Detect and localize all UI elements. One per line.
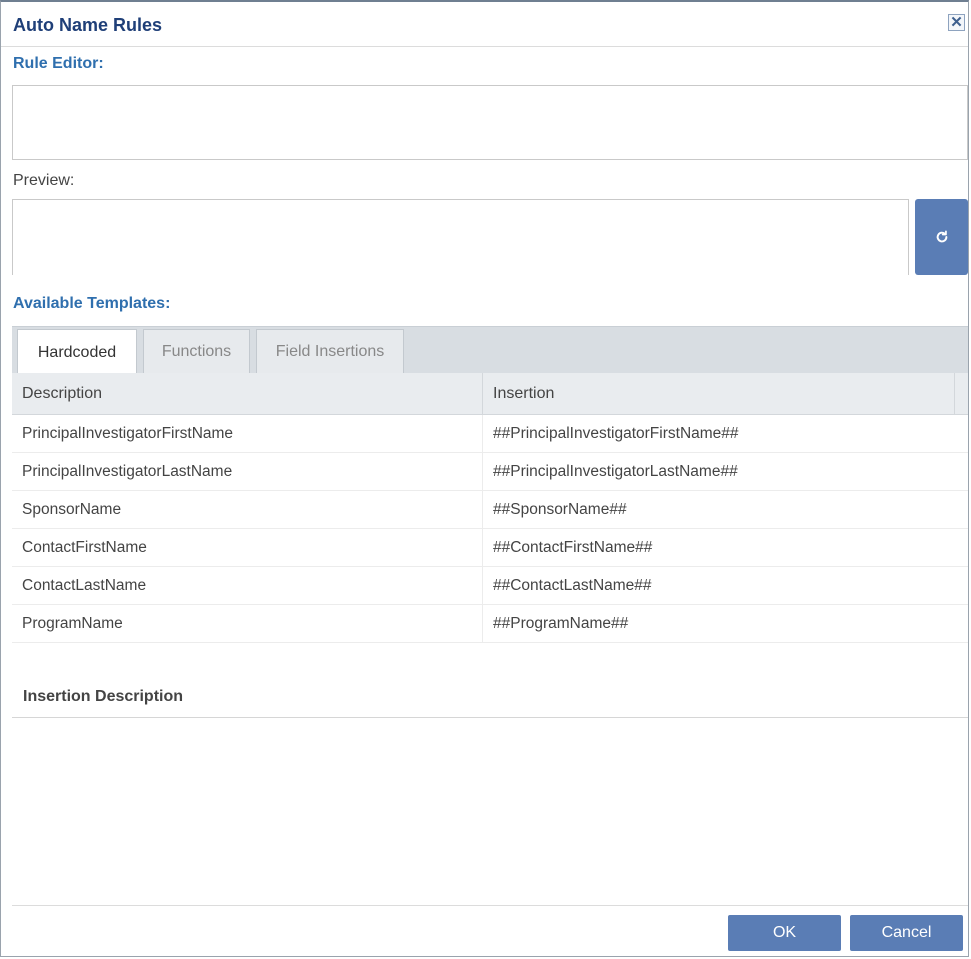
row-description: SponsorName xyxy=(12,491,483,528)
row-description: PrincipalInvestigatorFirstName xyxy=(12,415,483,452)
cancel-button[interactable]: Cancel xyxy=(850,915,963,951)
close-icon: ✕ xyxy=(950,14,963,31)
row-description: ContactLastName xyxy=(12,567,483,604)
refresh-preview-button[interactable] xyxy=(915,199,968,275)
row-description: ProgramName xyxy=(12,605,483,642)
table-row[interactable]: PrincipalInvestigatorLastName ##Principa… xyxy=(12,453,968,491)
table-row[interactable]: SponsorName ##SponsorName## xyxy=(12,491,968,529)
close-button[interactable]: ✕ xyxy=(948,14,965,31)
row-insertion: ##SponsorName## xyxy=(493,501,627,518)
templates-tabbar: Hardcoded Functions Field Insertions xyxy=(12,326,968,375)
dialog-title: Auto Name Rules xyxy=(13,15,163,35)
auto-name-rules-dialog: Auto Name Rules ✕ Rule Editor: Preview: … xyxy=(0,0,969,957)
ok-button[interactable]: OK xyxy=(728,915,841,951)
row-insertion: ##PrincipalInvestigatorLastName## xyxy=(493,463,738,480)
table-row[interactable]: PrincipalInvestigatorFirstName ##Princip… xyxy=(12,415,968,453)
available-templates-label: Available Templates: xyxy=(13,295,171,312)
dialog-titlebar: Auto Name Rules ✕ xyxy=(1,2,968,47)
table-row[interactable]: ContactFirstName ##ContactFirstName## xyxy=(12,529,968,567)
preview-label: Preview: xyxy=(13,172,75,189)
row-insertion: ##PrincipalInvestigatorFirstName## xyxy=(493,425,739,442)
row-description: PrincipalInvestigatorLastName xyxy=(12,453,483,490)
preview-box xyxy=(12,199,909,275)
rule-editor-label: Rule Editor: xyxy=(13,55,104,72)
tab-hardcoded[interactable]: Hardcoded xyxy=(17,329,137,375)
refresh-icon xyxy=(936,230,947,243)
footer-divider xyxy=(12,905,968,906)
row-description: ContactFirstName xyxy=(12,529,483,566)
insertion-description-area xyxy=(12,718,968,904)
column-header-description[interactable]: Description xyxy=(12,373,483,414)
tab-field-insertions[interactable]: Field Insertions xyxy=(256,329,404,374)
row-insertion: ##ContactLastName## xyxy=(493,577,652,594)
templates-grid-header: Description Insertion xyxy=(12,373,968,415)
row-insertion: ##ContactFirstName## xyxy=(493,539,653,556)
tab-functions[interactable]: Functions xyxy=(143,329,250,374)
insertion-description-label: Insertion Description xyxy=(23,688,184,705)
table-row[interactable]: ContactLastName ##ContactLastName## xyxy=(12,567,968,605)
rule-editor-input[interactable] xyxy=(12,85,968,160)
column-header-insertion[interactable]: Insertion xyxy=(483,373,955,414)
row-insertion: ##ProgramName## xyxy=(493,615,629,632)
table-row[interactable]: ProgramName ##ProgramName## xyxy=(12,605,968,643)
